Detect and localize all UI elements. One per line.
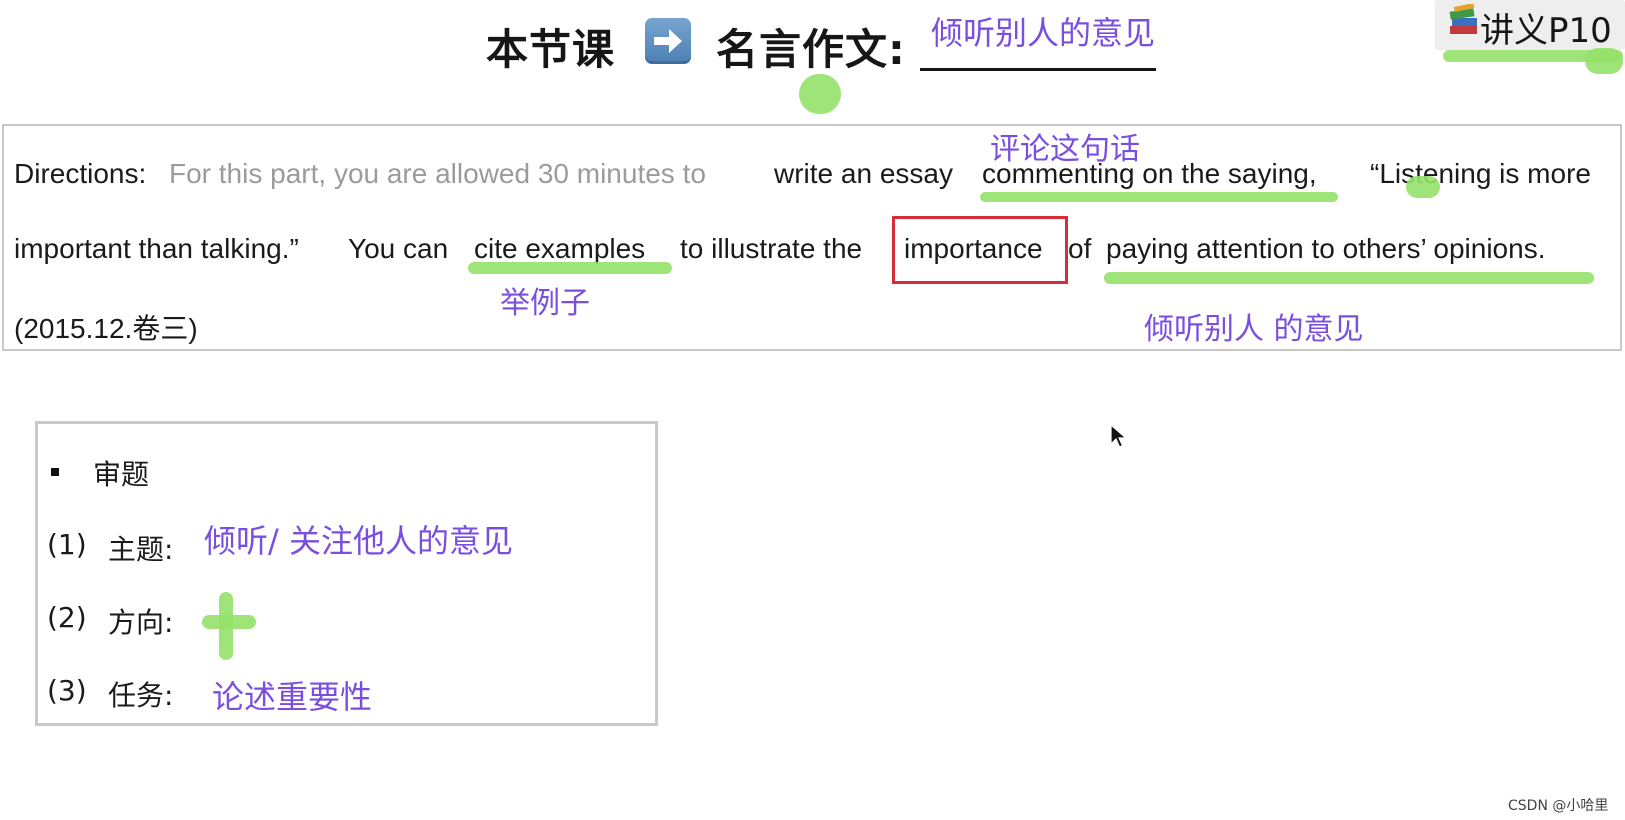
item-note: 论述重要性 bbox=[212, 678, 373, 716]
item-number: (2) bbox=[47, 601, 87, 634]
lesson-title: 本节课 bbox=[486, 25, 616, 74]
directions-line2-start: important than talking.” bbox=[14, 233, 299, 264]
item-number: (1) bbox=[47, 528, 87, 561]
cursor-icon bbox=[1110, 423, 1128, 454]
analysis-heading: 审题 bbox=[93, 458, 150, 491]
highlight-underline bbox=[468, 262, 672, 274]
highlight-dot bbox=[1406, 176, 1440, 198]
highlight-underline bbox=[980, 192, 1338, 202]
note-commenting: 评论这句话 bbox=[990, 132, 1140, 167]
directions-of: of bbox=[1068, 233, 1092, 264]
directions-paying: paying attention to others’ opinions. bbox=[1106, 233, 1546, 264]
highlight-stroke bbox=[1585, 48, 1623, 74]
item-note: 倾听/ 关注他人的意见 bbox=[204, 522, 513, 560]
topic-label: 名言作文: bbox=[716, 25, 906, 74]
directions-source: (2015.12.卷三) bbox=[14, 313, 198, 344]
directions-cite: cite examples bbox=[474, 233, 646, 264]
item-label: 主题: bbox=[108, 533, 174, 566]
handout-label: 讲义P10 bbox=[1480, 11, 1612, 51]
directions-quote: “Listening is more bbox=[1370, 158, 1591, 189]
books-icon bbox=[1448, 2, 1480, 42]
topic-note: 倾听别人的意见 bbox=[931, 14, 1156, 52]
right-arrow-icon bbox=[645, 18, 691, 64]
bullet-icon bbox=[51, 468, 59, 476]
watermark: CSDN @小哈里 bbox=[1508, 798, 1609, 814]
item-label: 方向: bbox=[108, 606, 174, 639]
highlight-underline bbox=[1104, 272, 1594, 284]
directions-intro: For this part, you are allowed 30 minute… bbox=[169, 158, 706, 189]
directions-label: Directions: bbox=[14, 158, 147, 189]
item-number: (3) bbox=[47, 674, 87, 707]
directions-to-illustrate: to illustrate the bbox=[680, 233, 863, 264]
directions-importance: importance bbox=[904, 233, 1043, 264]
item-label: 任务: bbox=[108, 679, 174, 712]
directions-task: write an essay bbox=[774, 158, 953, 189]
note-paying: 倾听别人 的意见 bbox=[1144, 312, 1364, 347]
directions-you-can: You can bbox=[348, 233, 449, 264]
answer-blank bbox=[920, 68, 1156, 71]
plus-mark-icon bbox=[219, 592, 233, 660]
note-cite: 举例子 bbox=[500, 286, 590, 321]
highlight-dot bbox=[799, 74, 841, 114]
